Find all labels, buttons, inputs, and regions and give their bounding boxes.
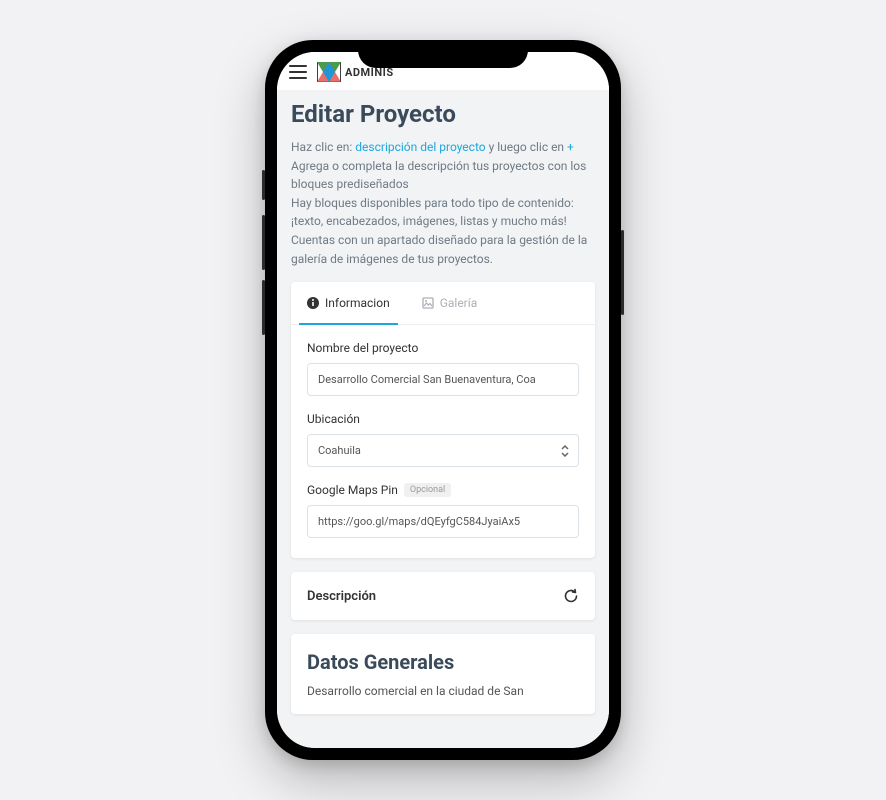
plus-link[interactable]: + [567,140,574,154]
description-title: Descripción [307,589,376,604]
phone-side-button [262,280,265,335]
main-content: Editar Proyecto Haz clic en: descripción… [277,90,609,748]
project-name-label: Nombre del proyecto [307,341,579,355]
menu-button[interactable] [289,65,307,79]
brand-name: ADMINIS [345,66,394,79]
phone-screen: ADMINIS Editar Proyecto Haz clic en: des… [277,52,609,748]
location-label: Ubicación [307,412,579,426]
phone-frame: ADMINIS Editar Proyecto Haz clic en: des… [265,40,621,760]
form-card: Informacion Galería Nombre del proyecto [291,282,595,558]
generales-text: Desarrollo comercial en la ciudad de San [307,684,579,698]
mapspin-label: Google Maps Pin Opcional [307,483,579,497]
page-title: Editar Proyecto [291,100,595,128]
description-card: Descripción [291,572,595,620]
tab-information[interactable]: Informacion [291,282,406,324]
phone-side-button [621,230,624,315]
brand-logo[interactable]: ADMINIS [317,62,394,82]
tab-gallery[interactable]: Galería [406,282,494,324]
optional-badge: Opcional [404,483,451,497]
tab-label: Galería [440,296,478,310]
project-name-input[interactable] [307,363,579,396]
phone-side-button [262,170,265,200]
help-text: Haz clic en: descripción del proyecto y … [291,138,595,268]
logo-icon [317,62,341,82]
location-select[interactable] [307,434,579,467]
tabs: Informacion Galería [291,282,595,325]
refresh-icon[interactable] [563,588,579,604]
generales-title: Datos Generales [307,650,579,674]
app-topbar: ADMINIS [277,52,609,90]
info-icon [307,297,319,309]
desc-link[interactable]: descripción del proyecto [355,140,485,154]
generales-card: Datos Generales Desarrollo comercial en … [291,634,595,714]
tab-label: Informacion [325,296,390,310]
phone-side-button [262,215,265,270]
mapspin-input[interactable] [307,505,579,538]
gallery-icon [422,297,434,309]
